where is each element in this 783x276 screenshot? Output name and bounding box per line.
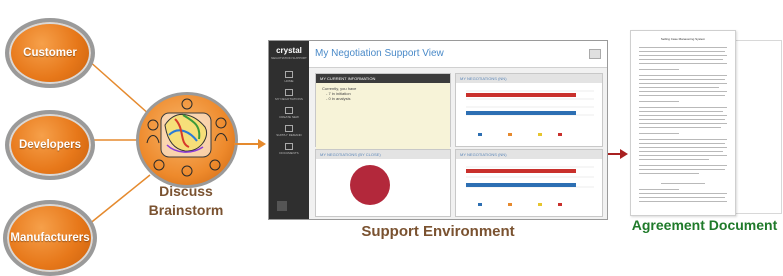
- document-heading: Selling Case Manavering System: [660, 37, 706, 41]
- panel-negotiations-b-header: MY NEGOTIATIONS (BY CLOSE): [316, 150, 450, 159]
- agreement-document-label: Agreement Document: [631, 217, 778, 233]
- bar-chart-a: [466, 90, 594, 136]
- app-window: crystal NEGOTIATION SUPPORT HOME MY NEGO…: [268, 40, 608, 220]
- panel-current-info-header: MY CURRENT INFORMATION: [316, 74, 450, 83]
- panel-negotiations-c: MY NEGOTIATIONS (NN): [455, 149, 603, 217]
- app-logo: crystal: [276, 46, 302, 55]
- bar-preparation: [466, 93, 576, 97]
- document-page: Selling Case Manavering System: [630, 30, 736, 216]
- panel-current-info: MY CURRENT INFORMATION Currently, you ha…: [315, 73, 451, 151]
- customer-node: Customer: [5, 18, 95, 88]
- panel-negotiations-a-header: MY NEGOTIATIONS (NN): [456, 74, 602, 83]
- nav-item-documents[interactable]: DOCUMENTS: [269, 143, 309, 155]
- bar-under-negotiation: [466, 111, 576, 115]
- brainstorm-circle: [136, 92, 238, 188]
- app-header: My Negotiation Support View: [309, 41, 607, 68]
- box-icon: [285, 125, 293, 132]
- app-logo-sub: NEGOTIATION SUPPORT: [271, 56, 307, 60]
- app-sidebar: crystal NEGOTIATION SUPPORT HOME MY NEGO…: [269, 41, 309, 219]
- panel-negotiations-c-header: MY NEGOTIATIONS (NN): [456, 150, 602, 159]
- page-title: My Negotiation Support View: [315, 48, 444, 59]
- bar-negotiation: [466, 183, 576, 187]
- customer-label: Customer: [23, 47, 77, 59]
- nav-item-create[interactable]: CREATE NEW: [269, 107, 309, 119]
- current-info-body: Currently, you have - 7 in initiation - …: [316, 83, 450, 151]
- legend-swatch-red: [558, 133, 562, 136]
- settings-button[interactable]: [589, 49, 601, 59]
- nav-item-home[interactable]: HOME: [269, 71, 309, 83]
- nav-item-negotiations[interactable]: MY NEGOTIATIONS: [269, 89, 309, 101]
- calendar-icon: [285, 89, 293, 96]
- bar-chart-c: [466, 166, 594, 206]
- brainstorm-label: Discuss Brainstorm: [148, 183, 224, 218]
- pie-chart: [350, 165, 390, 205]
- manufacturers-node: Manufacturers: [3, 200, 97, 276]
- arrow-to-document: [608, 149, 628, 159]
- developers-label: Developers: [18, 139, 81, 151]
- legend-swatch-orange: [508, 133, 512, 136]
- support-environment-label: Support Environment: [361, 223, 515, 240]
- arrow-to-support: [234, 139, 266, 149]
- user-avatar[interactable]: [277, 201, 287, 211]
- people-icon: [285, 143, 293, 150]
- brainstorm-people-icon: [146, 98, 228, 177]
- bar-closed: [466, 169, 576, 173]
- plus-icon: [285, 107, 293, 114]
- legend-swatch-yellow: [538, 133, 542, 136]
- nav-item-supply[interactable]: SUPPLY DEMAND: [269, 125, 309, 137]
- home-icon: [285, 71, 293, 78]
- pie-slice-closed: [350, 165, 390, 205]
- panel-negotiations-b: MY NEGOTIATIONS (BY CLOSE): [315, 149, 451, 217]
- legend-swatch-blue: [478, 133, 482, 136]
- panel-negotiations-a: MY NEGOTIATIONS (NN): [455, 73, 603, 147]
- developers-node: Developers: [5, 110, 95, 180]
- manufacturers-label: Manufacturers: [10, 232, 90, 244]
